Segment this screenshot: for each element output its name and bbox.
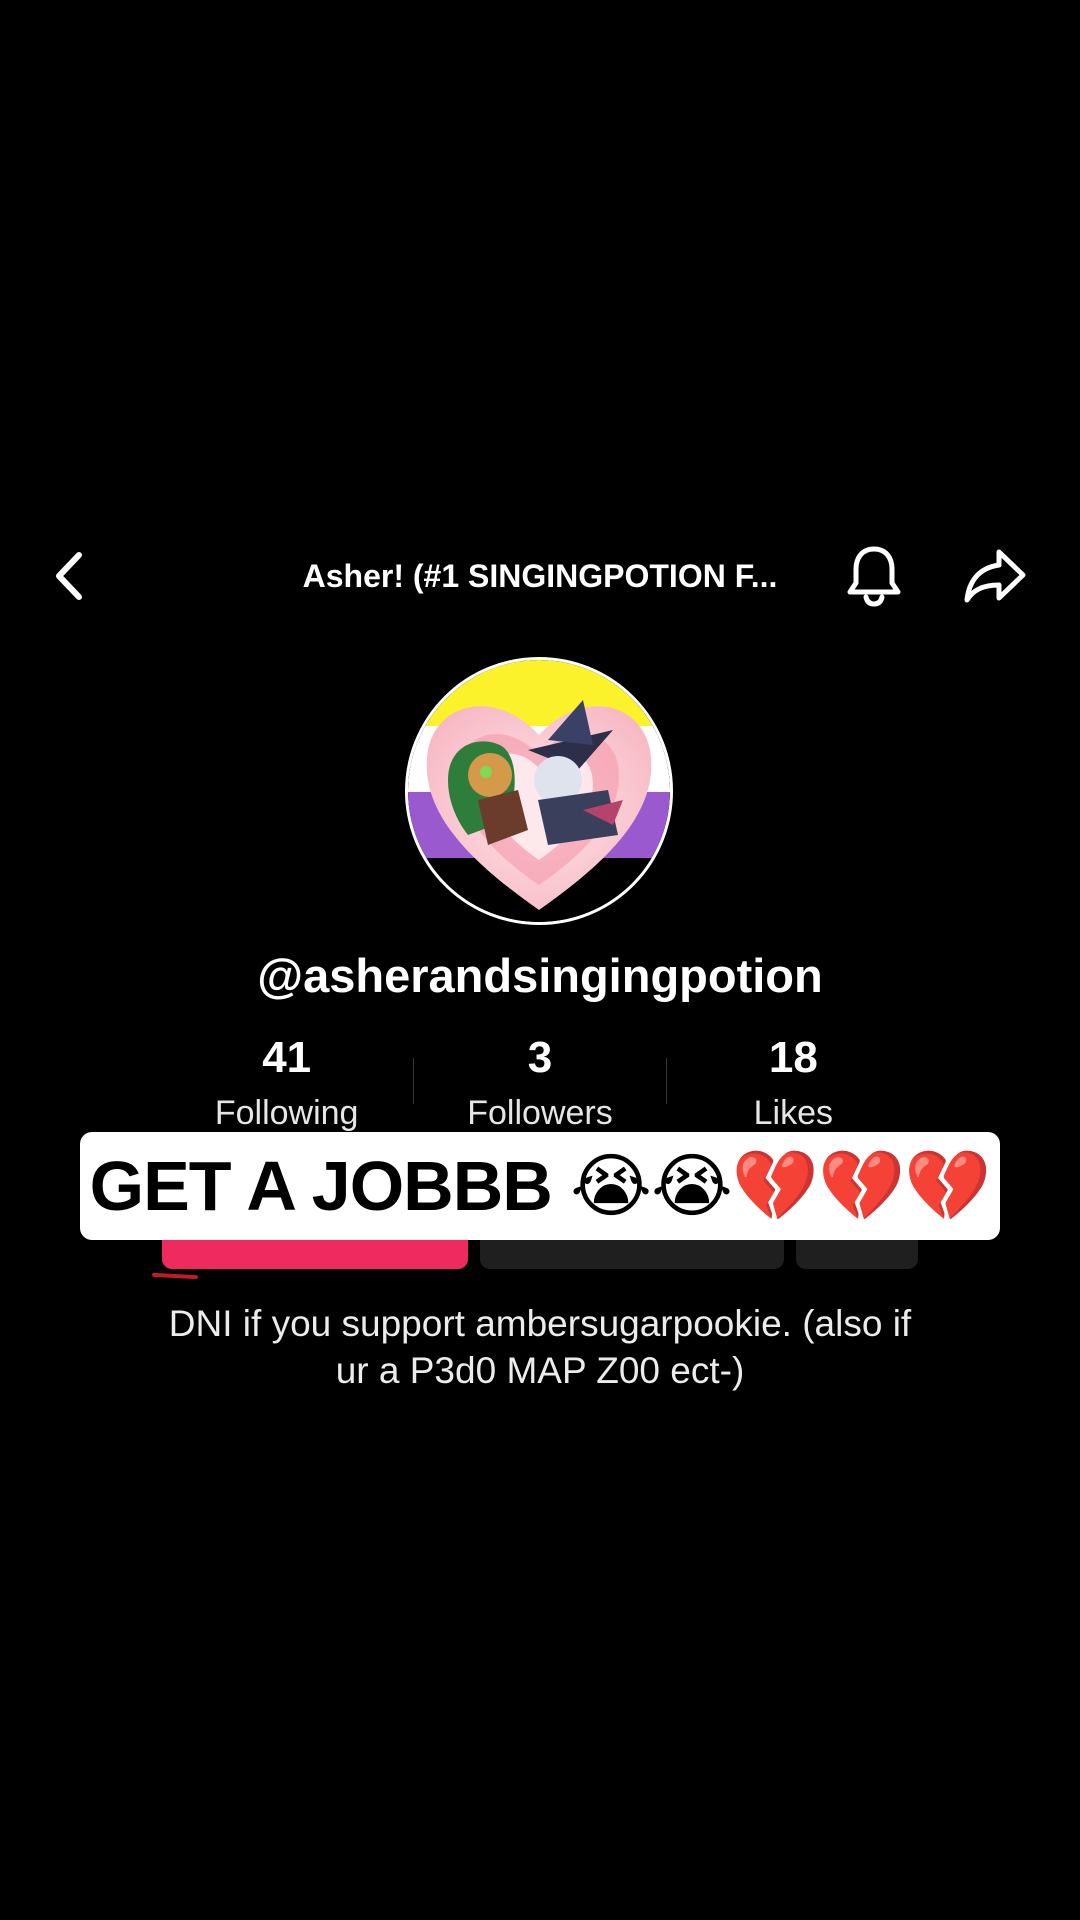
page-title: Asher! (#1 SINGINGPOTION F... xyxy=(302,558,778,594)
chevron-left-icon xyxy=(56,552,82,600)
red-scribble-mark xyxy=(151,1272,199,1280)
caption-text: GET A JOBBB 😭😭💔💔💔 xyxy=(89,1146,992,1225)
profile-header: Asher! (#1 SINGINGPOTION F... xyxy=(0,530,1080,622)
bio-line: ur a P3d0 MAP Z00 ect-) xyxy=(335,1350,745,1391)
avatar-image xyxy=(408,660,670,922)
stat-value: 3 xyxy=(527,1033,553,1082)
bell-icon xyxy=(847,546,901,607)
stat-value: 41 xyxy=(262,1033,312,1082)
stat-followers[interactable]: 3 Followers xyxy=(413,1030,667,1132)
stat-value: 18 xyxy=(768,1033,818,1082)
stat-following[interactable]: 41 Following xyxy=(160,1030,413,1132)
profile-bio: DNI if you support ambersugarpookie. (al… xyxy=(100,1300,980,1394)
stat-divider xyxy=(413,1058,415,1104)
back-button[interactable] xyxy=(40,548,96,604)
profile-stats: 41 Following 3 Followers 18 Likes xyxy=(160,1030,920,1132)
profile-handle: @asherandsingingpotion xyxy=(257,949,823,1002)
notification-bell-button[interactable] xyxy=(842,544,906,608)
share-arrow-icon xyxy=(964,549,1026,603)
video-caption-overlay: GET A JOBBB 😭😭💔💔💔 xyxy=(80,1132,1000,1240)
share-button[interactable] xyxy=(960,544,1030,608)
stat-likes[interactable]: 18 Likes xyxy=(667,1030,920,1132)
bio-line: DNI if you support ambersugarpookie. (al… xyxy=(168,1303,912,1344)
avatar[interactable] xyxy=(405,657,673,925)
